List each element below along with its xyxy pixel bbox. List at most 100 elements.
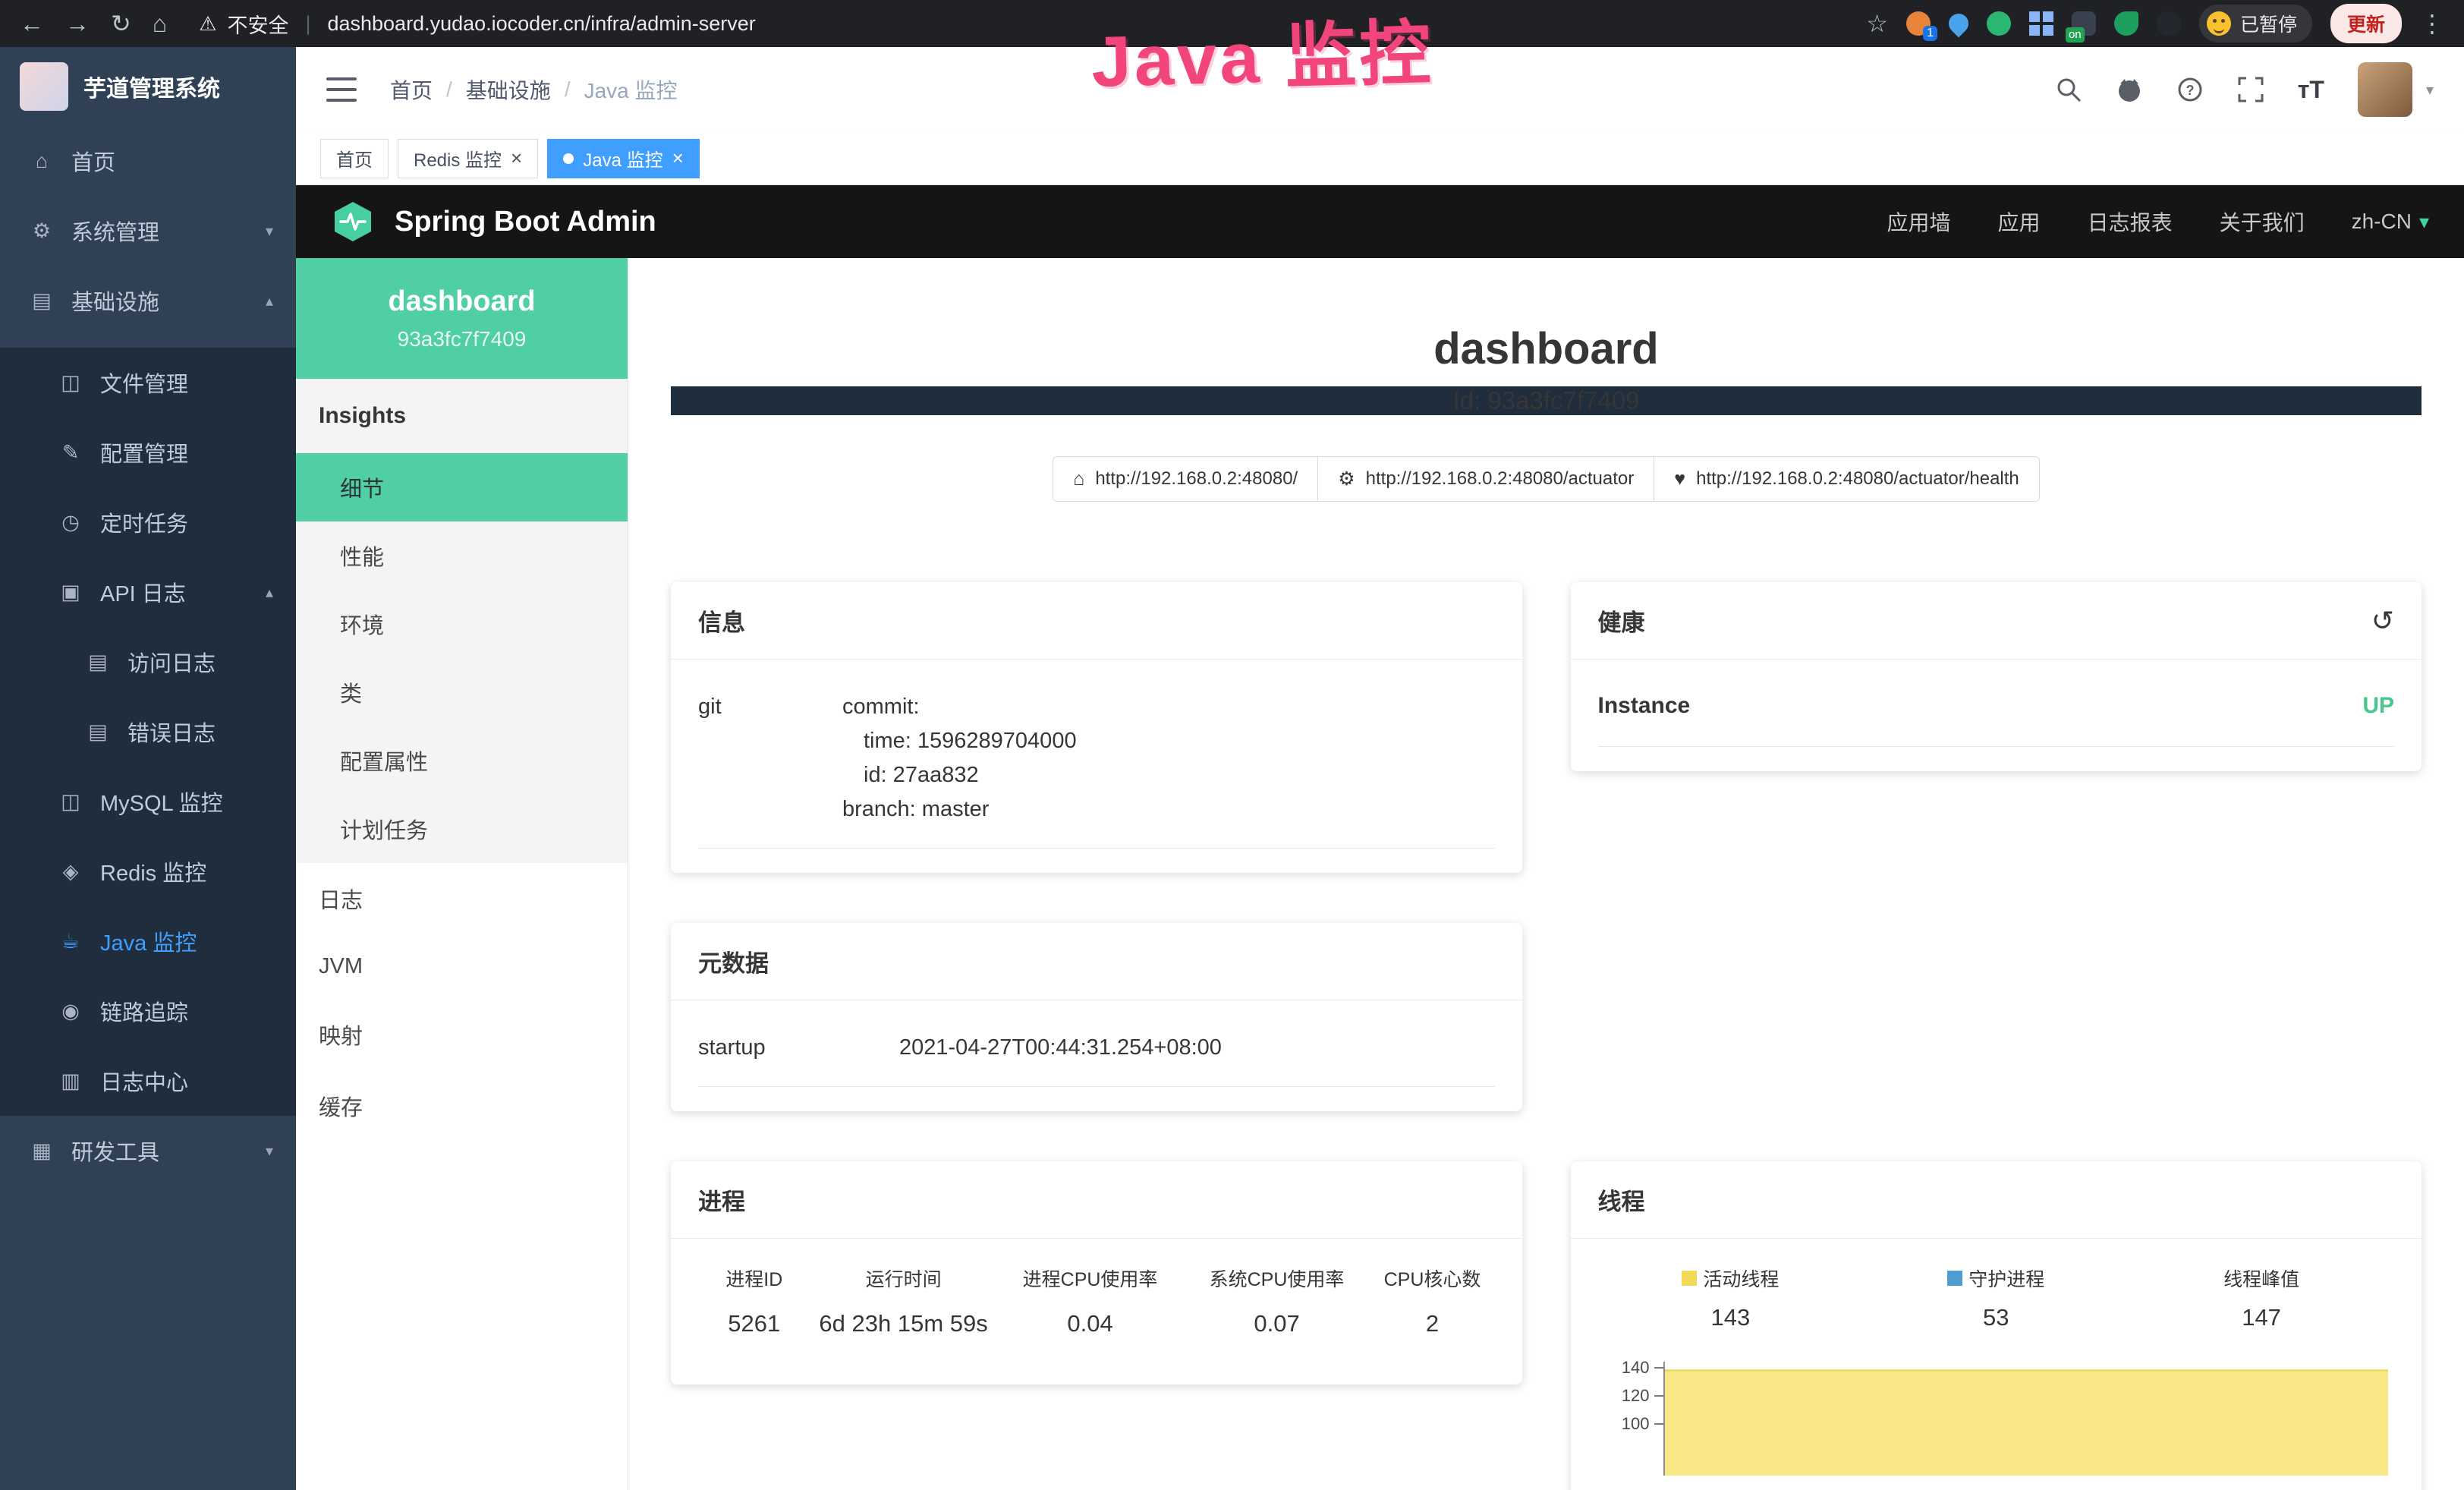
chevron-down-icon: ▾ (266, 1142, 273, 1161)
status-badge: UP (2362, 693, 2394, 719)
insights-item-environment[interactable]: 环境 (296, 590, 628, 658)
home-button[interactable]: ⌂ (153, 11, 167, 36)
chevron-up-icon: ▴ (266, 291, 273, 310)
extension-icon[interactable] (2114, 11, 2138, 36)
sba-nav-journal[interactable]: 日志报表 (2088, 206, 2173, 237)
timer-icon: ◷ (58, 511, 83, 534)
forward-button[interactable]: → (65, 11, 90, 36)
sba-nav-about[interactable]: 关于我们 (2220, 206, 2305, 237)
card-title: 健康 (1598, 603, 1645, 638)
tab-redis-monitor[interactable]: Redis 监控× (398, 139, 538, 178)
sidebar-item-infrastructure[interactable]: ▤ 基础设施 ▴ (0, 266, 296, 335)
chart-plot-area (1663, 1362, 2395, 1476)
sidebar-item-trace[interactable]: ◉ 链路追踪 (0, 976, 296, 1046)
sidebar-item-mysql[interactable]: ◫ MySQL 监控 (0, 767, 296, 836)
instance-content: dashboard Id: 93a3fc7f7409 ⌂http://192.1… (628, 258, 2464, 1490)
insights-item-config-props[interactable]: 配置属性 (296, 726, 628, 795)
sidebar-item-home[interactable]: ⌂ 首页 (0, 126, 296, 196)
extension-icon[interactable]: on (2072, 11, 2096, 36)
header-actions: ? тT ▾ (2055, 62, 2434, 117)
update-button[interactable]: 更新 (2330, 4, 2402, 43)
sidebar-item-error-log[interactable]: ▤ 错误日志 (0, 697, 296, 767)
sidebar-item-file[interactable]: ◫ 文件管理 (0, 348, 296, 417)
sidebar-item-system[interactable]: ⚙ 系统管理 ▾ (0, 196, 296, 266)
heart-icon: ♥ (1674, 468, 1685, 490)
health-url-link[interactable]: ♥http://192.168.0.2:48080/actuator/healt… (1654, 456, 2040, 502)
sidebar-item-logs[interactable]: 日志 (296, 863, 628, 934)
sba-title: Spring Boot Admin (395, 206, 656, 238)
insights-item-classes[interactable]: 类 (296, 658, 628, 726)
insights-item-performance[interactable]: 性能 (296, 521, 628, 590)
sidebar-item-java[interactable]: ☕ Java 监控 (0, 906, 296, 976)
gear-icon: ⚙ (29, 219, 55, 243)
sidebar-item-access-log[interactable]: ▤ 访问日志 (0, 627, 296, 697)
sba-nav-wallboard[interactable]: 应用墙 (1887, 206, 1951, 237)
home-icon: ⌂ (1073, 468, 1084, 490)
service-url-link[interactable]: ⌂http://192.168.0.2:48080/ (1053, 456, 1318, 502)
api-log-icon: ▣ (58, 581, 83, 604)
info-card: 信息 git commit: time: 1596289704000 id: 2… (671, 582, 1522, 873)
error-log-icon: ▤ (85, 720, 111, 744)
instance-header[interactable]: dashboard 93a3fc7f7409 (296, 258, 628, 379)
avatar[interactable] (2358, 62, 2412, 117)
close-icon[interactable]: × (672, 146, 684, 170)
health-row-instance[interactable]: Instance UP (1598, 666, 2395, 747)
sba-nav: 应用墙 应用 日志报表 关于我们 zh-CN▾ (1887, 206, 2429, 237)
close-icon[interactable]: × (511, 146, 522, 170)
sidebar-item-caches[interactable]: 缓存 (296, 1070, 628, 1142)
extension-icon[interactable]: 1 (1906, 11, 1931, 36)
trace-icon: ◉ (58, 1000, 83, 1023)
breadcrumb-infrastructure[interactable]: 基础设施 (466, 74, 551, 105)
tools-icon: ▦ (29, 1139, 55, 1163)
extension-icon[interactable] (1945, 10, 1973, 38)
address-bar[interactable]: ⚠ 不安全 | dashboard.yudao.iocoder.cn/infra… (199, 9, 1845, 39)
profile-chip[interactable]: 已暂停 (2199, 5, 2312, 43)
legend-item: 守护进程 53 (1863, 1265, 2129, 1331)
sidebar-item-api-log[interactable]: ▣ API 日志 ▴ (0, 557, 296, 627)
sidebar-item-redis[interactable]: ◈ Redis 监控 (0, 836, 296, 906)
fullscreen-icon[interactable] (2237, 76, 2264, 103)
breadcrumb-current: Java 监控 (584, 74, 678, 105)
profile-label: 已暂停 (2240, 10, 2297, 37)
sidebar-item-log-center[interactable]: ▥ 日志中心 (0, 1046, 296, 1116)
chart-y-axis: 140 120 100 (1598, 1354, 1663, 1476)
sidebar-item-config[interactable]: ✎ 配置管理 (0, 417, 296, 487)
browser-menu-icon[interactable]: ⋮ (2420, 11, 2444, 36)
chevron-down-icon[interactable]: ▾ (2426, 80, 2434, 99)
back-button[interactable]: ← (20, 11, 44, 36)
sidebar-item-jvm[interactable]: JVM (296, 934, 628, 999)
breadcrumb-home[interactable]: 首页 (390, 74, 433, 105)
process-card: 进程 进程ID 运行时间 进程CPU使用率 系统CPU使用率 CPU核心数 52… (671, 1161, 1522, 1384)
tab-java-monitor[interactable]: Java 监控× (547, 139, 700, 178)
history-icon[interactable]: ↺ (2371, 607, 2394, 635)
tab-bar: 首页 Redis 监控× Java 监控× (296, 132, 2464, 185)
sidebar-item-job[interactable]: ◷ 定时任务 (0, 487, 296, 557)
refresh-button[interactable]: ↻ (111, 11, 131, 36)
chevron-down-icon: ▾ (2419, 210, 2429, 234)
sidebar-item-mappings[interactable]: 映射 (296, 999, 628, 1070)
insights-item-details[interactable]: 细节 (296, 453, 628, 521)
help-icon[interactable]: ? (2176, 76, 2204, 103)
sba-nav-applications[interactable]: 应用 (1998, 206, 2041, 237)
file-icon: ◫ (58, 371, 83, 395)
metadata-card: 元数据 startup 2021-04-27T00:44:31.254+08:0… (671, 923, 1522, 1111)
actuator-url-link[interactable]: ⚙http://192.168.0.2:48080/actuator (1317, 456, 1654, 502)
bookmark-star-icon[interactable]: ☆ (1866, 11, 1888, 36)
svg-text:?: ? (2186, 83, 2194, 98)
extension-icon[interactable] (1987, 11, 2011, 36)
instance-links: ⌂http://192.168.0.2:48080/ ⚙http://192.1… (671, 456, 2422, 502)
url-text: dashboard.yudao.iocoder.cn/infra/admin-s… (327, 12, 755, 36)
extension-icon[interactable] (2029, 11, 2053, 36)
extension-icon[interactable] (2157, 11, 2181, 36)
config-icon: ✎ (58, 441, 83, 465)
app-logo[interactable]: 芋道管理系统 (0, 47, 296, 126)
tab-home[interactable]: 首页 (320, 139, 389, 178)
search-icon[interactable] (2055, 76, 2082, 103)
github-icon[interactable] (2116, 76, 2143, 103)
sidebar-toggle-icon[interactable] (326, 77, 357, 102)
sidebar-item-devtools[interactable]: ▦ 研发工具 ▾ (0, 1116, 296, 1186)
font-size-icon[interactable]: тT (2298, 76, 2324, 104)
language-selector[interactable]: zh-CN▾ (2352, 209, 2429, 234)
insights-item-scheduled-tasks[interactable]: 计划任务 (296, 795, 628, 863)
main-sidebar: 芋道管理系统 ⌂ 首页 ⚙ 系统管理 ▾ ▤ 基础设施 ▴ ◫ 文件管理 (0, 47, 296, 1490)
